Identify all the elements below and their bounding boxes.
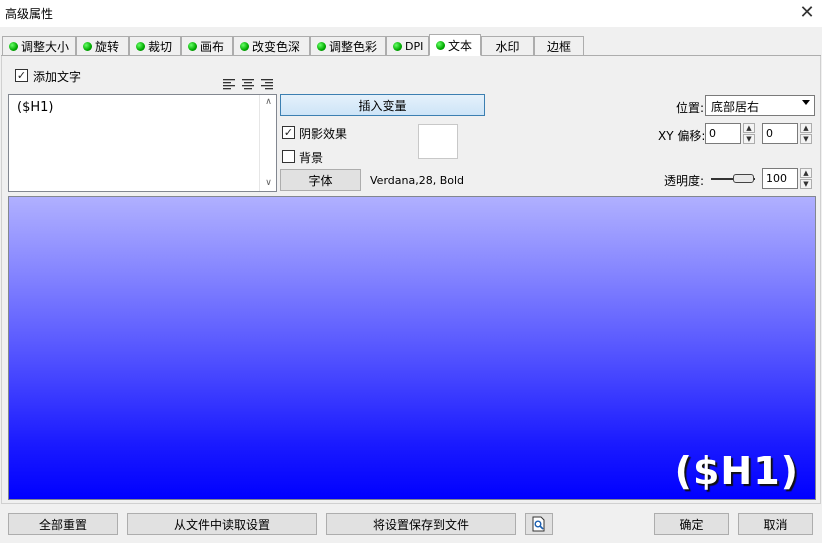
add-text-label: 添加文字 xyxy=(33,70,82,84)
tab-resize[interactable]: 调整大小 xyxy=(2,36,76,56)
tab-label: 调整色彩 xyxy=(329,39,378,54)
shadow-checkbox[interactable]: ✓ xyxy=(282,126,295,139)
tab-label: 裁切 xyxy=(148,39,173,54)
offset-x-input[interactable]: 0 xyxy=(705,123,741,144)
tab-rotate[interactable]: 旋转 xyxy=(76,36,129,56)
position-select[interactable]: 底部居右 xyxy=(705,95,815,116)
background-label: 背景 xyxy=(299,151,324,165)
tab-label: 画布 xyxy=(200,39,225,54)
tab-adjust-color[interactable]: 调整色彩 xyxy=(310,36,386,56)
opacity-down-icon[interactable]: ▼ xyxy=(800,179,812,189)
offset-x-up-icon[interactable]: ▲ xyxy=(743,123,755,133)
opacity-label: 透明度: xyxy=(664,174,705,188)
shadow-label: 阴影效果 xyxy=(299,127,348,141)
scroll-up-icon[interactable]: ∧ xyxy=(260,95,277,110)
green-dot-icon xyxy=(393,41,402,51)
font-button[interactable]: 字体 xyxy=(280,169,361,191)
tab-label: DPI xyxy=(405,39,424,53)
tab-border[interactable]: 边框 xyxy=(534,36,584,56)
tab-label: 文本 xyxy=(448,38,473,53)
offset-y-down-icon[interactable]: ▼ xyxy=(800,134,812,144)
align-left-icon[interactable] xyxy=(223,78,235,90)
tab-canvas[interactable]: 画布 xyxy=(181,36,233,56)
font-info: Verdana,28, Bold xyxy=(370,174,465,187)
align-center-icon[interactable] xyxy=(242,78,254,90)
tab-label: 水印 xyxy=(495,39,520,54)
opacity-up-icon[interactable]: ▲ xyxy=(800,168,812,178)
text-area-scrollbar[interactable]: ∧ ∨ xyxy=(259,95,276,191)
tab-color-depth[interactable]: 改变色深 xyxy=(233,36,310,56)
insert-variable-button[interactable]: 插入变量 xyxy=(280,94,485,116)
green-dot-icon xyxy=(436,40,445,50)
green-dot-icon xyxy=(317,41,326,51)
text-input-area[interactable]: ($H1) xyxy=(8,94,277,192)
save-settings-button[interactable]: 将设置保存到文件 xyxy=(326,513,516,535)
tab-label: 调整大小 xyxy=(21,39,70,54)
opacity-slider-handle[interactable] xyxy=(733,174,754,183)
tab-watermark[interactable]: 水印 xyxy=(481,36,534,56)
tab-text[interactable]: 文本 xyxy=(429,34,481,56)
tab-label: 旋转 xyxy=(95,39,120,54)
add-text-checkbox[interactable]: ✓ xyxy=(15,69,28,82)
preview-file-button[interactable] xyxy=(525,513,553,535)
preview-area: ($H1) xyxy=(8,196,816,500)
color-swatch[interactable] xyxy=(418,124,458,159)
background-checkbox[interactable] xyxy=(282,150,295,163)
magnifier-document-icon xyxy=(532,516,545,532)
title-bar xyxy=(0,0,822,27)
ok-button[interactable]: 确定 xyxy=(654,513,729,535)
tab-label: 改变色深 xyxy=(252,39,301,54)
chevron-down-icon xyxy=(802,100,810,105)
cancel-button[interactable]: 取消 xyxy=(738,513,813,535)
position-label: 位置: xyxy=(676,101,705,115)
offset-y-up-icon[interactable]: ▲ xyxy=(800,123,812,133)
tab-crop[interactable]: 裁切 xyxy=(129,36,181,56)
reset-all-button[interactable]: 全部重置 xyxy=(8,513,118,535)
load-settings-button[interactable]: 从文件中读取设置 xyxy=(127,513,317,535)
window-title: 高级属性 xyxy=(5,7,54,21)
offset-x-down-icon[interactable]: ▼ xyxy=(743,134,755,144)
align-right-icon[interactable] xyxy=(261,78,273,90)
offset-y-input[interactable]: 0 xyxy=(762,123,798,144)
close-icon[interactable]: ✕ xyxy=(795,1,819,25)
green-dot-icon xyxy=(188,41,197,51)
green-dot-icon xyxy=(83,41,92,51)
opacity-input[interactable]: 100 xyxy=(762,168,798,189)
scroll-down-icon[interactable]: ∨ xyxy=(260,176,277,191)
preview-text: ($H1) xyxy=(674,449,799,493)
tab-label: 边框 xyxy=(546,39,571,54)
tab-dpi[interactable]: DPI xyxy=(386,36,429,56)
green-dot-icon xyxy=(9,41,18,51)
offset-label: XY 偏移: xyxy=(658,129,706,143)
green-dot-icon xyxy=(240,41,249,51)
green-dot-icon xyxy=(136,41,145,51)
